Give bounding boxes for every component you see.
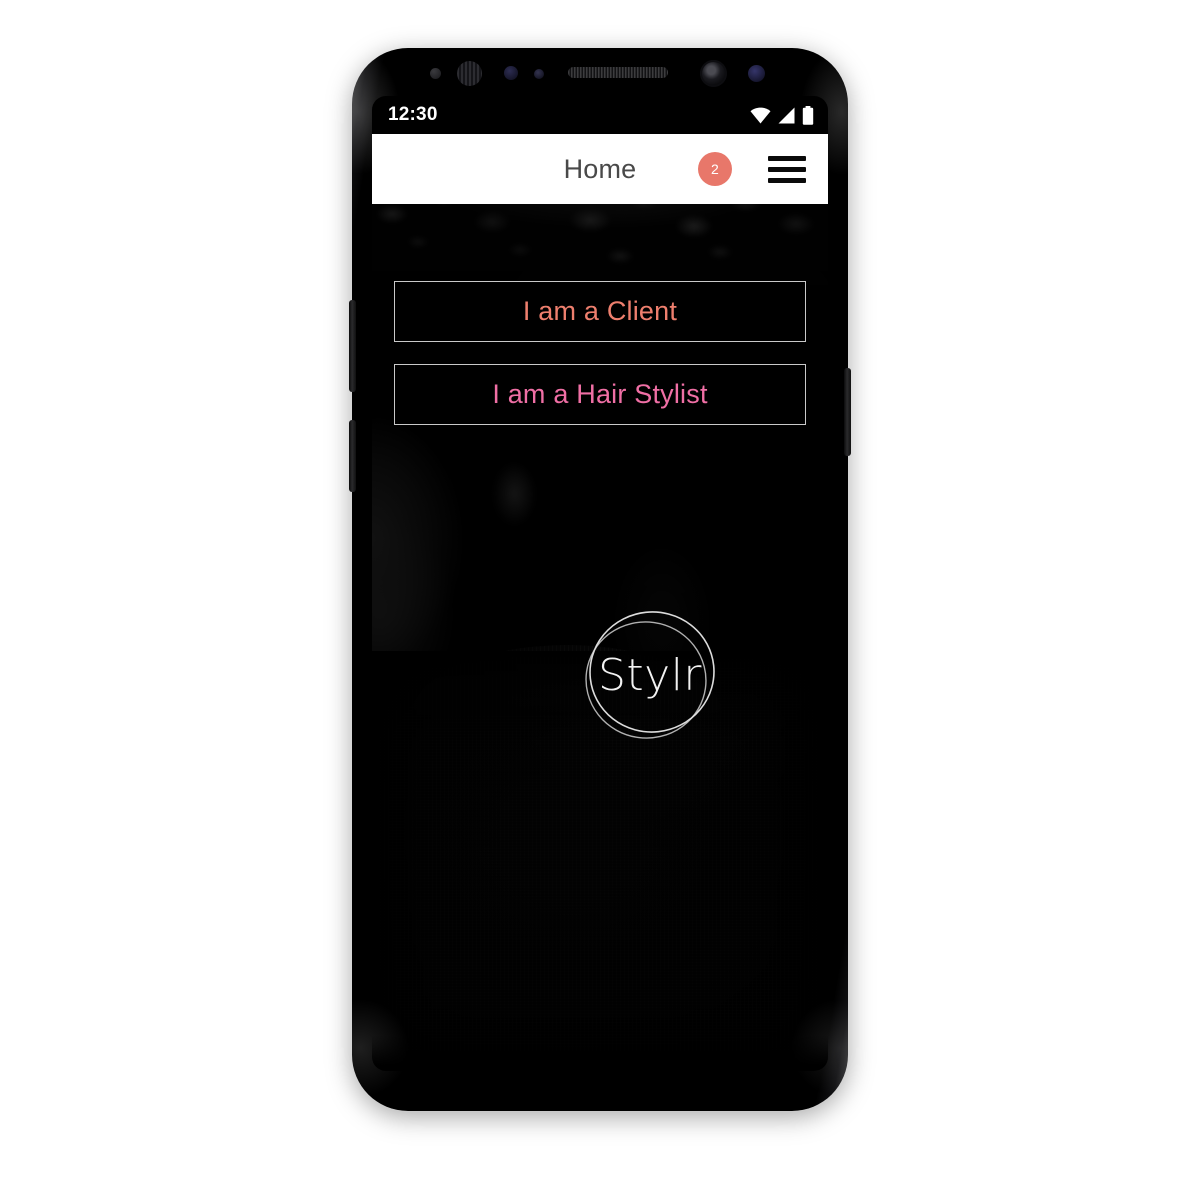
status-bar-icons — [750, 105, 814, 125]
hamburger-bar-2 — [768, 167, 806, 172]
light-sensor-icon — [534, 69, 544, 79]
screenshot-canvas: 12:30 Home 2 I am a Client I am a Hair S… — [0, 0, 1200, 1199]
stylr-logo: Stylr — [580, 606, 720, 746]
bixby-button[interactable] — [349, 420, 356, 492]
photo-ear — [492, 454, 544, 532]
volume-button[interactable] — [349, 300, 356, 392]
hamburger-menu-icon[interactable] — [768, 156, 806, 183]
i-am-a-hair-stylist-button[interactable]: I am a Hair Stylist — [394, 364, 806, 425]
notification-badge[interactable]: 2 — [698, 152, 732, 186]
power-button[interactable] — [844, 368, 851, 456]
page-title: Home — [563, 153, 637, 184]
front-camera-icon — [700, 60, 727, 87]
battery-icon — [802, 105, 814, 125]
front-sensor-icon — [504, 66, 518, 80]
phone-device-frame: 12:30 Home 2 I am a Client I am a Hair S… — [349, 48, 851, 1111]
hamburger-bar-3 — [768, 178, 806, 183]
status-bar: 12:30 — [372, 96, 828, 134]
hamburger-bar-1 — [768, 156, 806, 161]
infrared-sensor-icon — [748, 65, 765, 82]
earpiece-speaker-icon — [568, 67, 668, 78]
status-bar-clock: 12:30 — [388, 104, 438, 125]
iris-scanner-icon — [457, 61, 482, 86]
phone-screen: 12:30 Home 2 I am a Client I am a Hair S… — [372, 96, 828, 1071]
wifi-icon — [750, 107, 771, 123]
proximity-sensor-icon — [430, 68, 441, 79]
role-选择-group: I am a Client I am a Hair Stylist — [394, 281, 806, 425]
logo-wordmark: Stylr — [597, 649, 703, 701]
cellular-signal-icon — [778, 107, 795, 123]
screen-bottom-fade — [372, 1035, 828, 1071]
app-bar: Home 2 — [372, 134, 828, 204]
phone-top-bezel — [352, 48, 848, 96]
i-am-a-client-button[interactable]: I am a Client — [394, 281, 806, 342]
